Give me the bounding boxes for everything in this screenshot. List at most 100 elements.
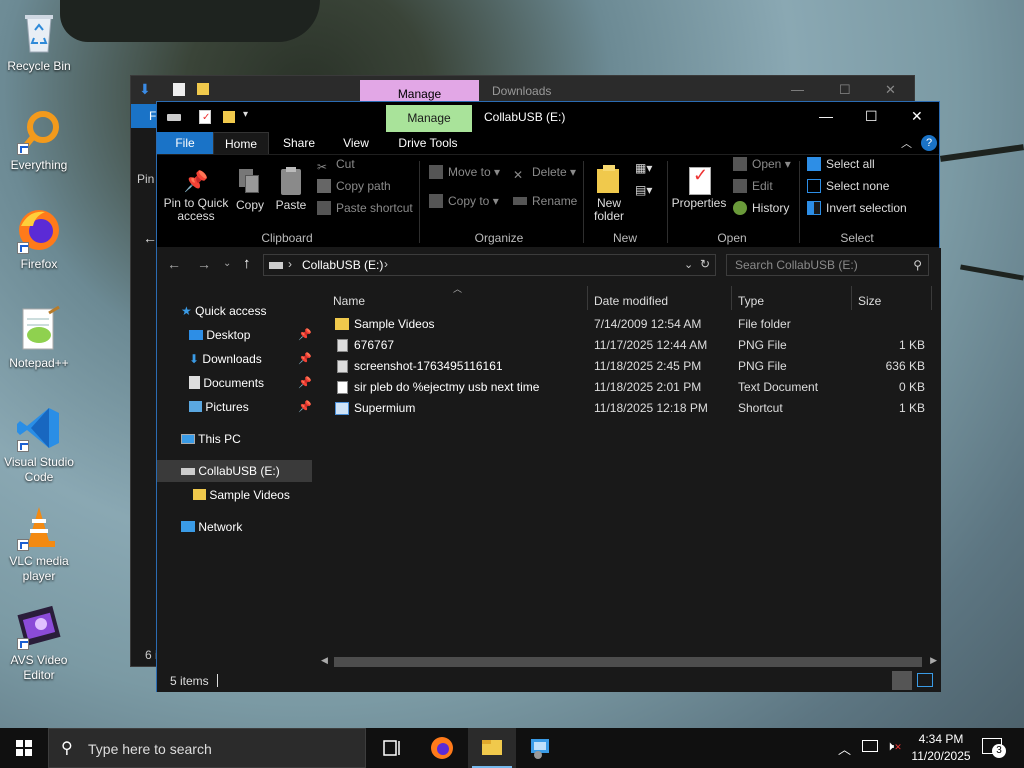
tab-view[interactable]: View xyxy=(327,132,385,154)
invert-selection-button[interactable]: Invert selection xyxy=(807,199,907,217)
copy-button[interactable]: Copy xyxy=(233,167,267,212)
cut-button[interactable]: ✂ Cut xyxy=(317,155,355,174)
file-row[interactable]: screenshot-1763495116161 11/18/2025 2:45… xyxy=(317,356,941,377)
rename-button[interactable]: Rename xyxy=(513,192,577,210)
nav-item-network[interactable]: Network xyxy=(157,516,312,538)
maximize-button[interactable]: ☐ xyxy=(839,82,851,98)
tab-drive-tools[interactable]: Drive Tools xyxy=(387,132,469,154)
new-folder-quick-icon[interactable] xyxy=(223,111,235,123)
nav-item-this-pc[interactable]: This PC xyxy=(157,428,312,450)
nav-item-collabusb[interactable]: CollabUSB (E:) xyxy=(157,460,312,482)
scroll-left-icon[interactable]: ◀ xyxy=(321,655,328,666)
tab-share[interactable]: Share xyxy=(271,132,327,154)
open-button[interactable]: Open ▾ xyxy=(733,155,791,173)
tab-file[interactable]: File xyxy=(157,132,213,154)
properties-quick-icon[interactable]: ✓ xyxy=(199,110,211,124)
tab-home[interactable]: Home xyxy=(213,132,269,154)
collapse-ribbon-icon[interactable]: ︿ xyxy=(901,135,912,151)
column-divider[interactable] xyxy=(587,286,588,310)
task-view-button[interactable] xyxy=(368,728,416,768)
address-path[interactable]: CollabUSB (E:) xyxy=(302,258,383,272)
scrollbar-thumb[interactable] xyxy=(334,657,922,667)
desktop-icon-recycle-bin[interactable]: Recycle Bin xyxy=(2,8,76,74)
desktop-icon-vlc[interactable]: VLC media player xyxy=(2,503,76,584)
properties-button[interactable]: ✓ Properties xyxy=(671,165,727,210)
file-row[interactable]: 676767 11/17/2025 12:44 AM PNG File 1 KB xyxy=(317,335,941,356)
nav-item-documents[interactable]: Documents 📌 xyxy=(157,372,312,394)
large-icons-view-button[interactable] xyxy=(917,673,933,687)
taskbar-firefox[interactable] xyxy=(418,728,466,768)
copy-path-button[interactable]: Copy path xyxy=(317,177,391,195)
nav-item-downloads[interactable]: ⬇ Downloads 📌 xyxy=(157,348,312,370)
column-header-date-modified[interactable]: Date modified xyxy=(594,290,668,312)
show-hidden-icons-button[interactable]: ︿ xyxy=(838,739,851,758)
address-dropdown-icon[interactable]: ⌄ xyxy=(684,258,693,271)
file-row[interactable]: Supermium 11/18/2025 12:18 PM Shortcut 1… xyxy=(317,398,941,419)
refresh-icon[interactable]: ↻ xyxy=(700,257,710,271)
column-header-type[interactable]: Type xyxy=(738,290,764,312)
search-input[interactable]: Search CollabUSB (E:) ⚲ xyxy=(726,254,929,276)
delete-button[interactable]: ✕ Delete ▾ xyxy=(513,163,576,182)
desktop-icon-avs-video-editor[interactable]: AVS Video Editor xyxy=(2,602,76,683)
network-status-icon[interactable] xyxy=(862,740,878,752)
maximize-button[interactable]: ☐ xyxy=(865,108,878,125)
recent-locations-button[interactable]: ⌄ xyxy=(223,258,231,269)
edit-button[interactable]: Edit xyxy=(733,177,773,195)
column-divider[interactable] xyxy=(931,286,932,310)
taskbar-search-box[interactable]: ⚲ Type here to search xyxy=(48,728,366,768)
title-bar[interactable]: ✓ ▾ Manage CollabUSB (E:) — ☐ ✕ xyxy=(157,102,939,132)
title-bar[interactable]: ⬇ Manage Downloads — ☐ ✕ xyxy=(131,76,914,104)
horizontal-scrollbar[interactable]: ◀ ▶ xyxy=(317,654,941,669)
close-button[interactable]: ✕ xyxy=(911,108,923,125)
column-divider[interactable] xyxy=(851,286,852,310)
select-all-button[interactable]: Select all xyxy=(807,155,875,173)
nav-item-pictures[interactable]: Pictures 📌 xyxy=(157,396,312,418)
new-item-icon[interactable]: ▦▾ xyxy=(635,161,652,175)
column-header-name[interactable]: Name xyxy=(333,290,365,312)
desktop-icon-notepad-plus-plus[interactable]: Notepad++ xyxy=(2,305,76,371)
start-button[interactable] xyxy=(0,728,48,768)
easy-access-icon[interactable]: ▤▾ xyxy=(635,183,652,197)
taskbar-control-panel[interactable] xyxy=(516,728,564,768)
select-none-button[interactable]: Select none xyxy=(807,177,889,195)
help-icon[interactable]: ? xyxy=(921,135,937,151)
back-arrow-icon[interactable]: ← xyxy=(143,230,157,246)
nav-item-desktop[interactable]: Desktop 📌 xyxy=(157,324,312,346)
paste-shortcut-button[interactable]: Paste shortcut xyxy=(317,199,413,217)
taskbar-file-explorer[interactable] xyxy=(468,728,516,768)
nav-item-quick-access[interactable]: ★ Quick access xyxy=(157,300,312,322)
minimize-button[interactable]: — xyxy=(791,82,804,97)
paste-icon xyxy=(273,167,309,199)
up-button[interactable]: ↑ xyxy=(243,255,251,272)
action-center-button[interactable]: 3 xyxy=(982,738,1006,758)
column-divider[interactable] xyxy=(731,286,732,310)
new-folder-button[interactable]: New folder xyxy=(589,165,629,223)
minimize-button[interactable]: — xyxy=(819,108,833,124)
file-row[interactable]: Sample Videos 7/14/2009 12:54 AM File fo… xyxy=(317,314,941,335)
history-button[interactable]: History xyxy=(733,199,789,217)
pin-to-quick-access-button[interactable]: 📌 Pin to Quick access xyxy=(163,167,229,223)
file-tab[interactable]: F xyxy=(131,104,157,128)
move-to-button[interactable]: Move to ▾ xyxy=(429,163,500,181)
customize-quick-access-icon[interactable]: ▾ xyxy=(243,109,248,120)
close-button[interactable]: ✕ xyxy=(885,82,896,98)
clock[interactable]: 4:34 PM 11/20/2025 xyxy=(906,731,976,765)
paste-shortcut-icon xyxy=(317,201,331,215)
nav-item-sample-videos[interactable]: Sample Videos xyxy=(157,484,312,506)
desktop-icon-firefox[interactable]: Firefox xyxy=(2,206,76,272)
paste-button[interactable]: Paste xyxy=(273,167,309,212)
manage-tab[interactable]: Manage xyxy=(386,105,472,132)
explorer-window-collabusb[interactable]: ✓ ▾ Manage CollabUSB (E:) — ☐ ✕ File Hom… xyxy=(156,101,941,692)
pin-icon: 📌 xyxy=(298,401,312,413)
column-header-size[interactable]: Size xyxy=(858,290,881,312)
volume-muted-icon[interactable]: 🕨✕ xyxy=(886,738,902,754)
desktop-icon-everything[interactable]: Everything xyxy=(2,107,76,173)
forward-button[interactable]: → xyxy=(197,256,211,272)
scroll-right-icon[interactable]: ▶ xyxy=(930,655,937,666)
desktop-icon-vscode[interactable]: Visual Studio Code xyxy=(2,404,76,485)
details-view-button[interactable] xyxy=(892,671,912,690)
copy-to-button[interactable]: Copy to ▾ xyxy=(429,192,499,210)
file-row[interactable]: sir pleb do %ejectmy usb next time 11/18… xyxy=(317,377,941,398)
back-button[interactable]: ← xyxy=(167,256,181,272)
address-input[interactable]: › CollabUSB (E:) › ⌄ ↻ xyxy=(263,254,716,276)
